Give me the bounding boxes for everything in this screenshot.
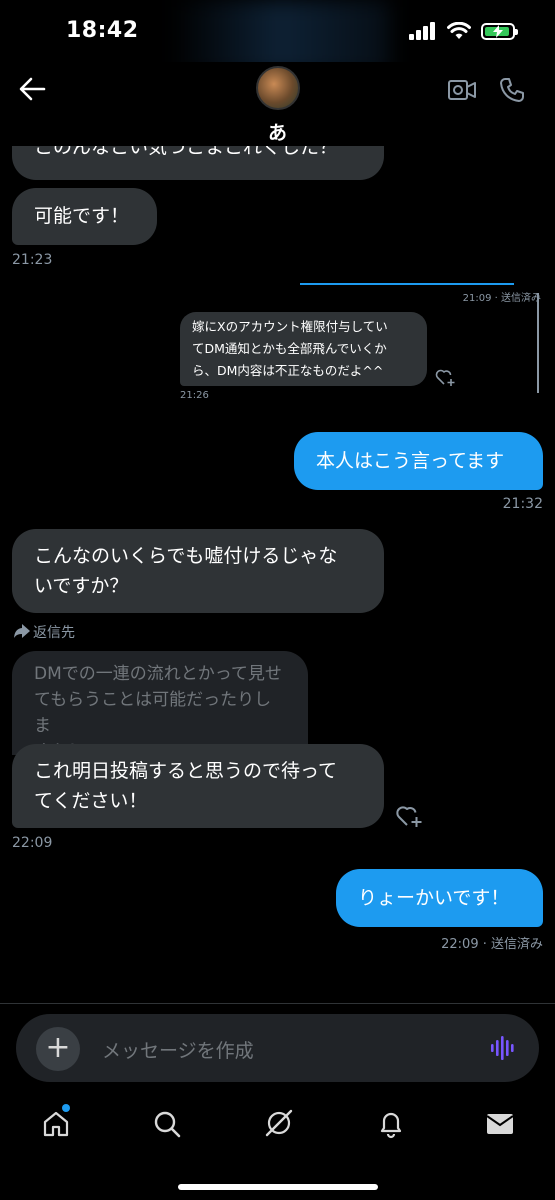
grok-icon[interactable]	[264, 1108, 294, 1138]
video-call-icon[interactable]	[447, 78, 477, 102]
quoted-card-top-border	[300, 283, 514, 285]
notifications-bell-icon[interactable]	[377, 1109, 405, 1139]
messages-envelope-icon[interactable]	[486, 1112, 514, 1136]
status-time: 18:42	[66, 18, 139, 43]
message-input[interactable]: メッセージを作成	[102, 1036, 254, 1063]
message-text-line-2: いですか？	[34, 575, 129, 597]
message-text: りょーかいです！	[358, 887, 510, 909]
message-text-line-2: てください！	[34, 790, 148, 812]
add-reaction-icon[interactable]	[396, 802, 424, 828]
message-text-line-1: これ明日投稿すると思うので待って	[34, 760, 338, 782]
message-composer[interactable]	[16, 1014, 539, 1082]
home-indicator	[178, 1184, 378, 1190]
composer-divider	[0, 1003, 555, 1004]
message-timestamp: 22:09	[12, 835, 53, 851]
phone-call-icon[interactable]	[498, 76, 526, 104]
message-text: このんなこい気づこまこれくした？	[34, 146, 339, 158]
quoted-line-2: てDM通知とかも全部飛んでいくか	[192, 341, 387, 356]
reply-label: 返信先	[33, 625, 75, 641]
quoted-line-3: ら、DM内容は不正なものだよ^^	[192, 363, 384, 378]
message-bubble-incoming[interactable]: 可能です！	[12, 188, 157, 245]
wifi-icon	[447, 22, 471, 39]
status-icons	[409, 22, 518, 40]
reply-quoted-bubble[interactable]: DMでの一連の流れとかって見せ てもらうことは可能だったりしま すか？	[12, 651, 308, 762]
quoted-card-side-border	[537, 293, 539, 393]
message-bubble-outgoing[interactable]: 本人はこう言ってます	[294, 432, 543, 490]
message-text-line-1: こんなのいくらでも嘘付けるじゃな	[34, 545, 338, 567]
home-icon[interactable]	[42, 1110, 70, 1138]
quoted-line-1: 嫁にXのアカウント権限付与してい	[192, 319, 388, 334]
message-text: 可能です！	[34, 205, 130, 227]
avatar[interactable]	[256, 66, 300, 110]
signal-icon	[409, 22, 435, 40]
quoted-message-time: 21:26	[180, 390, 209, 401]
voice-message-icon[interactable]	[490, 1035, 516, 1061]
home-notification-dot	[62, 1104, 70, 1112]
contact-name[interactable]: あ	[0, 118, 555, 145]
quoted-card-sent-time: 21:09 · 送信済み	[462, 293, 541, 304]
message-bubble-incoming[interactable]: こんなのいくらでも嘘付けるじゃな いですか？	[12, 529, 384, 613]
reply-arrow-icon	[14, 624, 30, 638]
message-bubble-incoming[interactable]: これ明日投稿すると思うので待って てください！	[12, 744, 384, 828]
message-text: 本人はこう言ってます	[316, 450, 505, 472]
message-timestamp: 21:23	[12, 252, 53, 268]
message-timestamp: 22:09 · 送信済み	[441, 937, 543, 952]
reply-quote-line-2: てもらうことは可能だったりしま	[34, 690, 272, 736]
reply-quote-line-1: DMでの一連の流れとかって見せ	[34, 664, 282, 684]
add-media-button[interactable]: +	[36, 1027, 80, 1071]
message-timestamp: 21:32	[502, 496, 543, 512]
battery-icon	[481, 22, 518, 40]
message-bubble-outgoing[interactable]: りょーかいです！	[336, 869, 543, 927]
search-icon[interactable]	[153, 1110, 181, 1138]
message-bubble-partial[interactable]: このんなこい気づこまこれくした？	[12, 146, 384, 180]
add-reaction-icon[interactable]	[435, 367, 457, 387]
quoted-message-bubble[interactable]: 嫁にXのアカウント権限付与してい てDM通知とかも全部飛んでいくか ら、DM内容…	[180, 312, 427, 386]
back-arrow-icon[interactable]	[18, 76, 46, 102]
